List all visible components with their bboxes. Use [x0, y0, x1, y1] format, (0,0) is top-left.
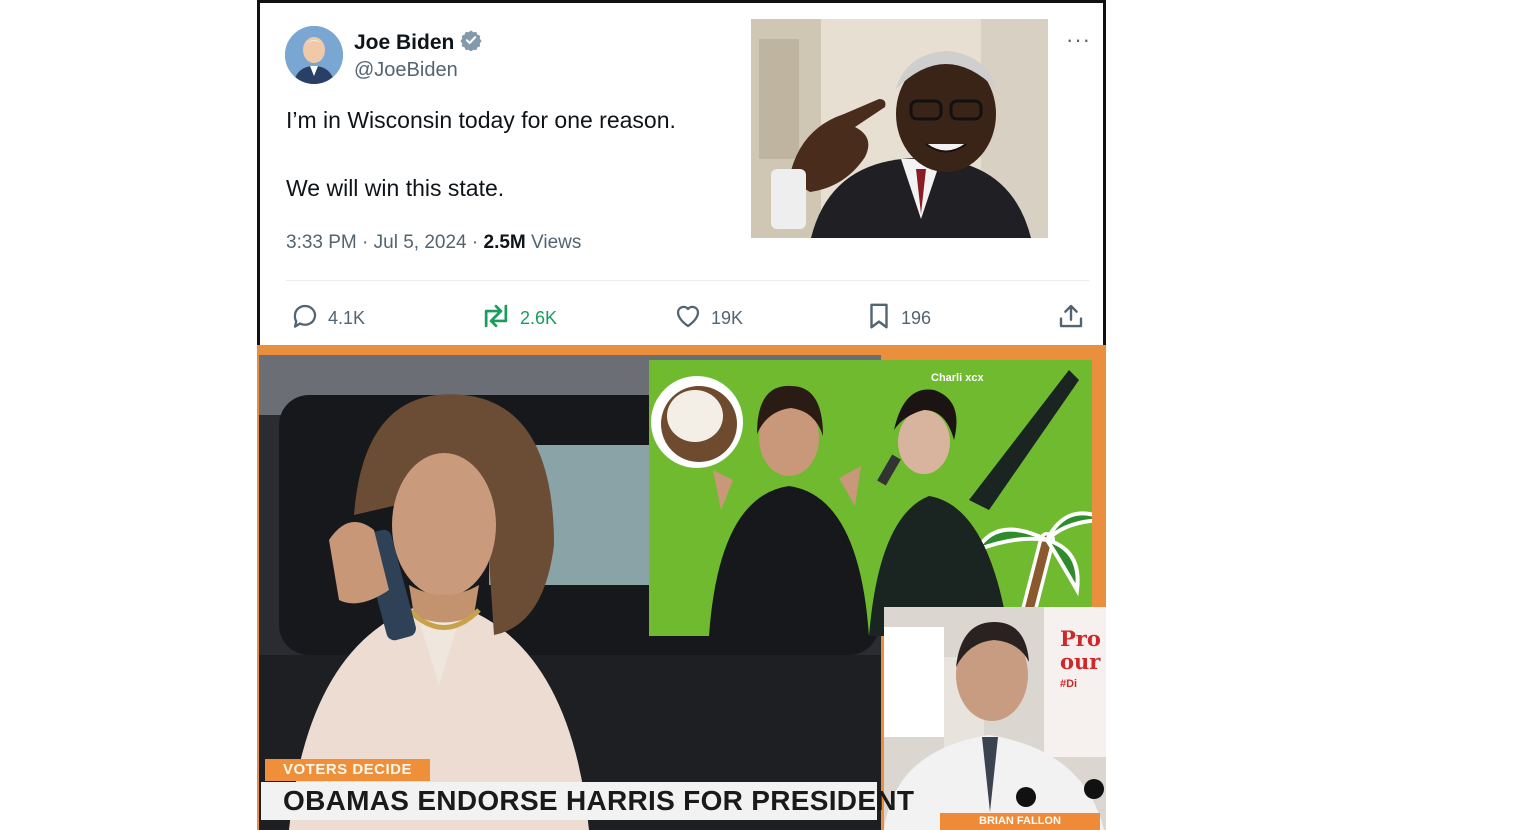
- heart-icon: [673, 301, 703, 336]
- repost-button[interactable]: 2.6K: [480, 301, 557, 336]
- reply-icon: [290, 301, 320, 336]
- reply-count: 4.1K: [328, 308, 366, 328]
- tweet-date[interactable]: Jul 5, 2024: [374, 232, 467, 253]
- charli-label: Charli xcx: [931, 372, 984, 384]
- bookmark-button[interactable]: 196: [865, 301, 931, 336]
- action-divider: [286, 280, 1089, 281]
- author-name[interactable]: Joe Biden: [354, 31, 454, 55]
- news-tag: VOTERS DECIDE: [265, 759, 431, 781]
- reply-button[interactable]: 4.1K: [290, 301, 365, 336]
- tweet-time[interactable]: 3:33 PM: [286, 232, 357, 253]
- tweet-card[interactable]: Joe Biden @JoeBiden ··· I’m in Wisconsin…: [257, 0, 1106, 345]
- tweet-photo[interactable]: [751, 19, 1048, 238]
- meta-separator: ·: [362, 232, 374, 253]
- news-collage: Charli xcx Pro our #Di BRIAN FALLON VOTE…: [257, 345, 1106, 830]
- tweet-text-line-1: I’m in Wisconsin today for one reason.: [286, 107, 676, 133]
- sign-hashtag: #Di: [1060, 678, 1078, 690]
- repost-icon: [480, 301, 512, 336]
- verified-badge-icon: [460, 29, 482, 56]
- meta-separator: ·: [471, 232, 484, 253]
- views-count: 2.5M: [483, 232, 526, 253]
- lower-third-name: BRIAN FALLON: [940, 813, 1100, 830]
- views-label: Views: [531, 232, 582, 253]
- share-icon: [1056, 301, 1086, 336]
- repost-count: 2.6K: [520, 308, 558, 328]
- sign-line-1: Pro our: [1060, 626, 1101, 674]
- tweet-metadata: 3:33 PM · Jul 5, 2024 · 2.5M Views: [286, 232, 581, 254]
- tweet-text-line-2: We will win this state.: [286, 175, 505, 201]
- fallon-inset-photo: Pro our #Di BRIAN FALLON: [884, 607, 1106, 830]
- bookmark-count: 196: [901, 308, 932, 328]
- author-avatar[interactable]: [285, 26, 343, 84]
- like-button[interactable]: 19K: [673, 301, 743, 336]
- protest-sign-text: Pro our #Di: [1060, 627, 1106, 696]
- more-options-icon[interactable]: ···: [1066, 27, 1091, 53]
- author-handle[interactable]: @JoeBiden: [354, 59, 458, 82]
- green-meme-panel: Charli xcx: [649, 360, 1092, 636]
- bookmark-icon: [865, 301, 893, 336]
- like-count: 19K: [711, 308, 744, 328]
- share-button[interactable]: [1056, 301, 1086, 336]
- news-headline: OBAMAS ENDORSE HARRIS FOR PRESIDENT: [261, 782, 914, 820]
